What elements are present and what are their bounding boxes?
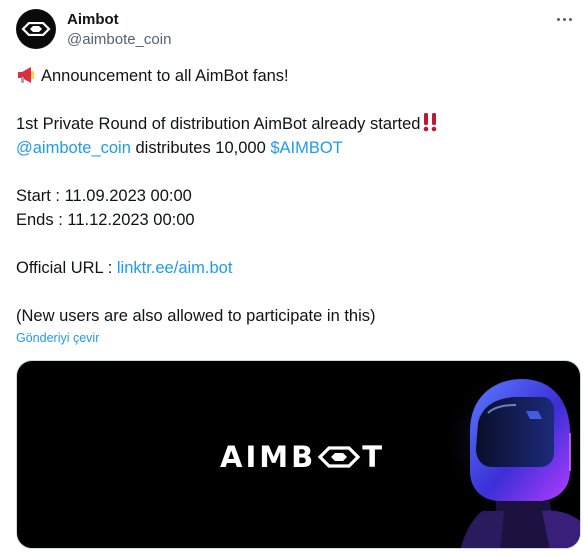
mention-link[interactable]: @aimbote_coin [16, 139, 131, 157]
aimbot-eye-logo-icon [21, 22, 51, 36]
cashtag-link[interactable]: $AIMBOT [270, 139, 342, 157]
avatar[interactable] [16, 9, 56, 49]
round-text: 1st Private Round of distribution AimBot… [16, 115, 421, 133]
tweet-line-round: 1st Private Round of distribution AimBot… [16, 112, 438, 136]
wordmark-left: AIMB [220, 440, 317, 474]
wordmark-right: T [362, 440, 385, 474]
url-label: Official URL : [16, 259, 117, 277]
official-url-link[interactable]: linktr.ee/aim.bot [117, 259, 233, 277]
display-name[interactable]: Aimbot [67, 11, 119, 28]
tweet-line-url: Official URL : linktr.ee/aim.bot [16, 256, 232, 280]
tweet-line-announcement: Announcement to all AimBot fans! [16, 64, 289, 88]
megaphone-icon [18, 67, 34, 83]
end-date: Ends : 11.12.2023 00:00 [16, 211, 195, 229]
aimbot-eye-logo-icon [317, 446, 361, 468]
aimbot-wordmark: AIMB T [220, 437, 385, 477]
translate-post-link[interactable]: Gönderiyi çevir [16, 331, 99, 345]
robot-helmet-illustration [440, 366, 580, 548]
double-exclamation-icon [424, 113, 437, 132]
distribution-text: distributes 10,000 [130, 139, 271, 157]
media-image[interactable]: AIMB T [16, 360, 581, 549]
tweet-line-distribution: @aimbote_coin distributes 10,000 $AIMBOT [16, 136, 343, 160]
announcement-text: Announcement to all AimBot fans! [41, 67, 289, 85]
user-handle[interactable]: @aimbote_coin [67, 31, 171, 48]
start-date: Start : 11.09.2023 00:00 [16, 187, 192, 205]
more-dots-icon[interactable] [547, 8, 581, 30]
tweet-note: (New users are also allowed to participa… [16, 307, 376, 325]
tweet: Aimbot @aimbote_coin Announcement to all… [0, 0, 588, 558]
